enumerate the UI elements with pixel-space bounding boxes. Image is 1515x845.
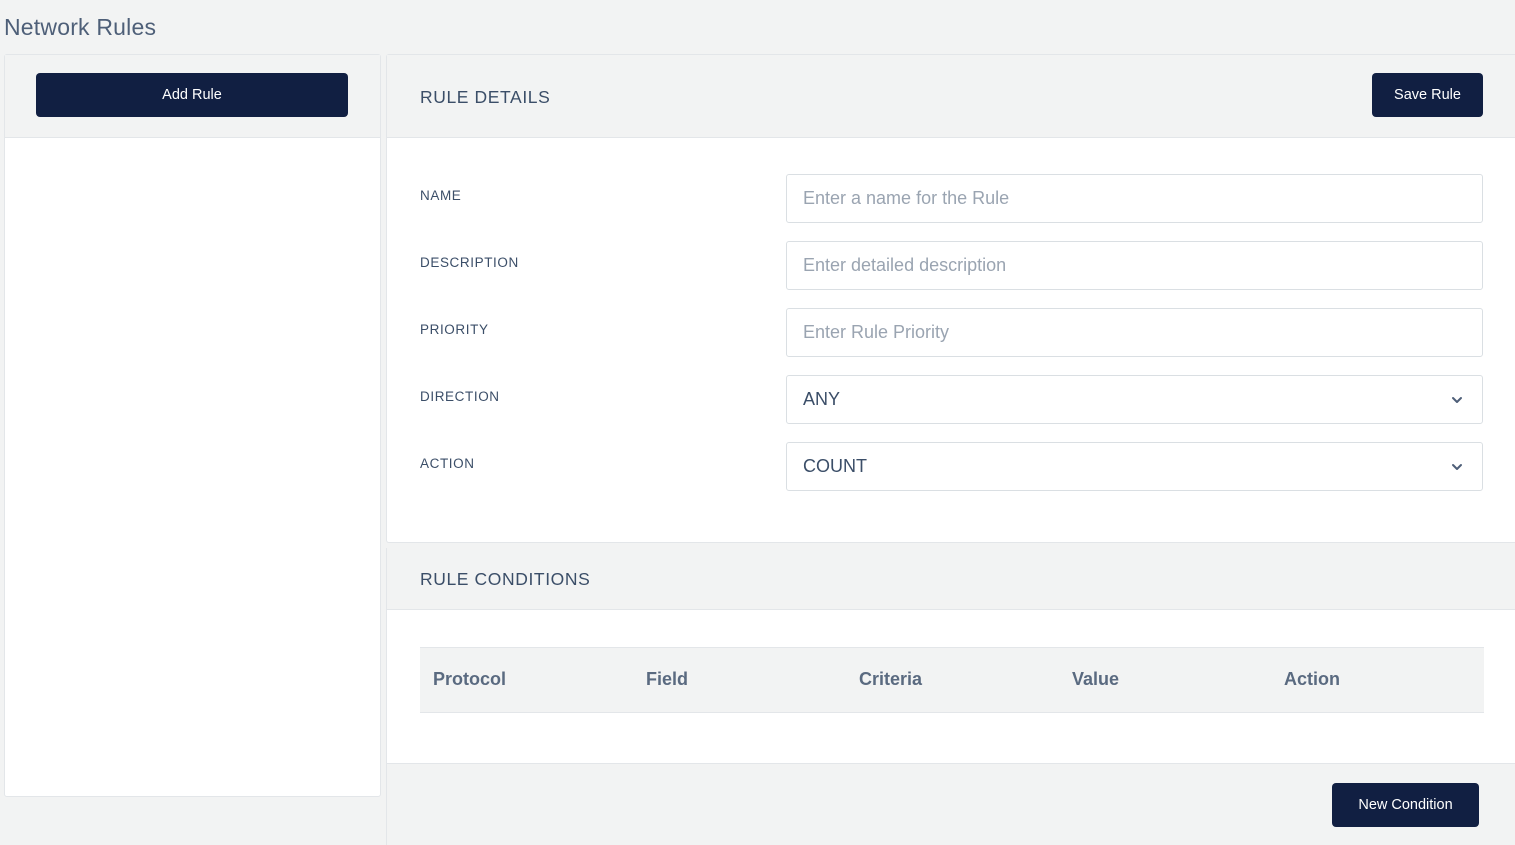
rules-list-header: Add Rule [5,55,380,138]
new-condition-button[interactable]: New Condition [1332,783,1479,827]
name-label: NAME [420,188,462,203]
save-rule-button[interactable]: Save Rule [1372,73,1483,117]
rule-conditions-body: Protocol Field Criteria Value Action [387,610,1515,764]
action-selected-value: COUNT [803,456,867,476]
column-header-criteria: Criteria [859,669,923,689]
direction-selected-value: ANY [803,389,841,409]
column-header-action: Action [1284,669,1340,689]
rules-list-panel: Add Rule [4,54,381,797]
name-row: NAME [420,174,1484,223]
rule-details-title: RULE DETAILS [420,87,551,107]
column-header-field: Field [646,669,689,689]
conditions-table-header: Protocol Field Criteria Value Action [420,647,1484,713]
chevron-down-icon [1452,464,1462,470]
rule-conditions-panel: RULE CONDITIONS Protocol Field Criteria … [386,548,1515,845]
rule-conditions-header: RULE CONDITIONS [387,548,1515,610]
priority-label: PRIORITY [420,322,489,337]
column-header-value: Value [1072,669,1120,689]
action-select[interactable]: COUNT [786,442,1483,491]
column-header-protocol: Protocol [433,669,507,689]
rule-conditions-title: RULE CONDITIONS [420,569,591,589]
action-row: ACTION COUNT [420,442,1484,491]
chevron-down-icon [1452,397,1462,403]
direction-row: DIRECTION ANY [420,375,1484,424]
description-label: DESCRIPTION [420,255,519,270]
rule-details-panel: RULE DETAILS Save Rule NAME DESCRIPTION … [386,54,1515,543]
name-input[interactable] [786,174,1483,223]
direction-label: DIRECTION [420,389,500,404]
action-label: ACTION [420,456,475,471]
page-title: Network Rules [4,14,157,40]
add-rule-button[interactable]: Add Rule [36,73,348,117]
description-input[interactable] [786,241,1483,290]
priority-row: PRIORITY [420,308,1484,357]
priority-input[interactable] [786,308,1483,357]
rule-details-header: RULE DETAILS Save Rule [387,55,1515,138]
description-row: DESCRIPTION [420,241,1484,290]
direction-select[interactable]: ANY [786,375,1483,424]
